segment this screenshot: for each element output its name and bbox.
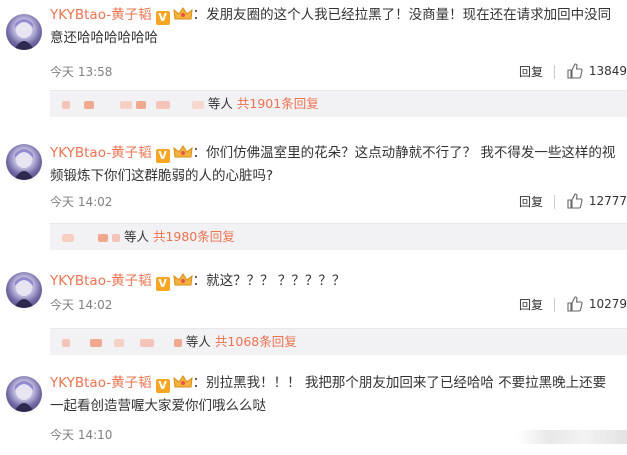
avatar[interactable] <box>6 14 42 50</box>
sub-replies[interactable]: 等人 共1901条回复 <box>50 90 627 117</box>
verified-icon: V <box>155 379 170 393</box>
divider <box>554 298 555 312</box>
sub-replies[interactable]: 等人 共1980条回复 <box>50 223 627 250</box>
avatar[interactable] <box>6 144 42 180</box>
sub-reply-suffix: 等人 <box>123 229 149 244</box>
comment-time: 今天 14:02 <box>50 195 113 209</box>
sub-reply-suffix: 等人 <box>207 96 233 111</box>
comment-time: 今天 13:58 <box>50 65 113 79</box>
like-button[interactable]: 10279 <box>567 296 627 312</box>
username-link[interactable]: YKYBtao-黄子韬 <box>50 375 152 391</box>
crown-icon <box>172 273 193 286</box>
crown-icon <box>172 145 193 158</box>
blurred-usernames <box>62 229 124 244</box>
sub-replies[interactable]: 等人 共1068条回复 <box>50 328 627 355</box>
divider <box>554 195 555 209</box>
verified-icon: V <box>155 277 170 291</box>
verified-icon: V <box>155 11 170 25</box>
username-link[interactable]: YKYBtao-黄子韬 <box>50 273 152 289</box>
blurred-usernames <box>62 96 208 111</box>
comment-time: 今天 14:10 <box>50 428 113 442</box>
blurred-watermark <box>517 430 627 444</box>
verified-icon: V <box>155 149 170 163</box>
blurred-usernames <box>62 334 186 349</box>
reply-button[interactable]: 回复 <box>519 63 543 80</box>
like-button[interactable]: 12777 <box>567 193 627 209</box>
comment-text: ：就这？？？ ？？？？？ <box>192 273 346 289</box>
like-button[interactable]: 13849 <box>567 63 627 79</box>
reply-count-link[interactable]: 共1068条回复 <box>215 334 297 349</box>
reply-button[interactable]: 回复 <box>519 296 543 313</box>
username-link[interactable]: YKYBtao-黄子韬 <box>50 7 152 23</box>
comment-time: 今天 14:02 <box>50 298 113 312</box>
sub-reply-suffix: 等人 <box>185 334 211 349</box>
crown-icon <box>172 375 193 388</box>
thumbs-up-icon <box>567 63 583 79</box>
reply-button[interactable]: 回复 <box>519 193 543 210</box>
username-link[interactable]: YKYBtao-黄子韬 <box>50 145 152 161</box>
thumbs-up-icon <box>567 296 583 312</box>
reply-count-link[interactable]: 共1980条回复 <box>153 229 235 244</box>
crown-icon <box>172 7 193 20</box>
avatar[interactable] <box>6 376 42 412</box>
avatar[interactable] <box>6 272 42 308</box>
reply-count-link[interactable]: 共1901条回复 <box>237 96 319 111</box>
like-count: 12777 <box>588 194 627 208</box>
like-count: 10279 <box>588 297 627 311</box>
thumbs-up-icon <box>567 193 583 209</box>
divider <box>554 65 555 79</box>
like-count: 13849 <box>588 64 627 78</box>
